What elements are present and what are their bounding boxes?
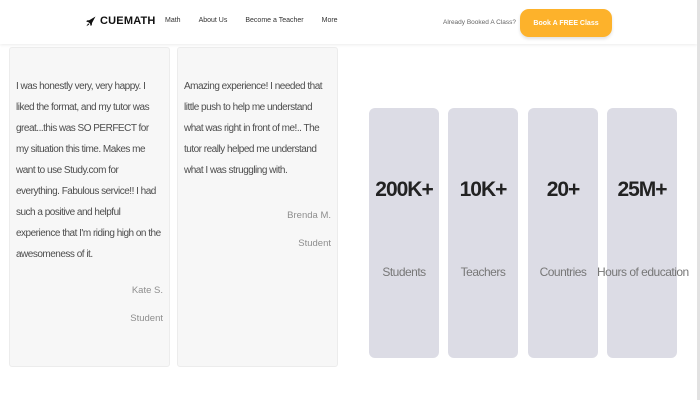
already-booked-link[interactable]: Already Booked A Class? [443,19,516,26]
stat-card-students: 200K+ Students [369,108,439,358]
stat-value: 20+ [546,178,581,201]
main-nav: Math About Us Become a Teacher More [165,17,356,24]
testimonial-author: Brenda M. [287,210,331,221]
nav-item-become-a-teacher[interactable]: Become a Teacher [245,17,303,24]
stat-card-teachers: 10K+ Teachers [448,108,518,358]
stat-value: 10K+ [459,178,508,201]
testimonial-card: I was honestly very, very happy. I liked… [9,47,170,367]
stat-card-hours: 25M+ Hours of education [597,108,689,358]
testimonial-role: Student [130,313,163,324]
stat-label: Students [382,265,426,279]
testimonial-role: Student [298,238,331,249]
testimonial-quote: Amazing experience! I needed that little… [184,81,323,176]
stat-value: 200K+ [375,178,433,201]
brand-name: CUEMATH [100,15,156,27]
rocket-icon [86,16,96,26]
stat-value: 25M+ [617,178,667,201]
site-header: CUEMATH Math About Us Become a Teacher M… [0,0,697,44]
book-free-class-button[interactable]: Book A FREE Class [520,9,612,37]
testimonial-quote: I was honestly very, very happy. I liked… [16,81,161,260]
nav-item-more[interactable]: More [322,17,338,24]
stat-label: Countries [539,265,587,279]
stat-card-countries: 20+ Countries [528,108,598,358]
logo[interactable]: CUEMATH [86,15,156,27]
nav-item-about-us[interactable]: About Us [199,17,228,24]
testimonial-author: Kate S. [131,285,163,296]
stat-label: Hours of education [597,265,689,279]
testimonial-card: Amazing experience! I needed that little… [177,47,338,367]
stat-label: Teachers [460,265,506,279]
page: CUEMATH Math About Us Become a Teacher M… [0,0,700,400]
nav-item-math[interactable]: Math [165,17,181,24]
